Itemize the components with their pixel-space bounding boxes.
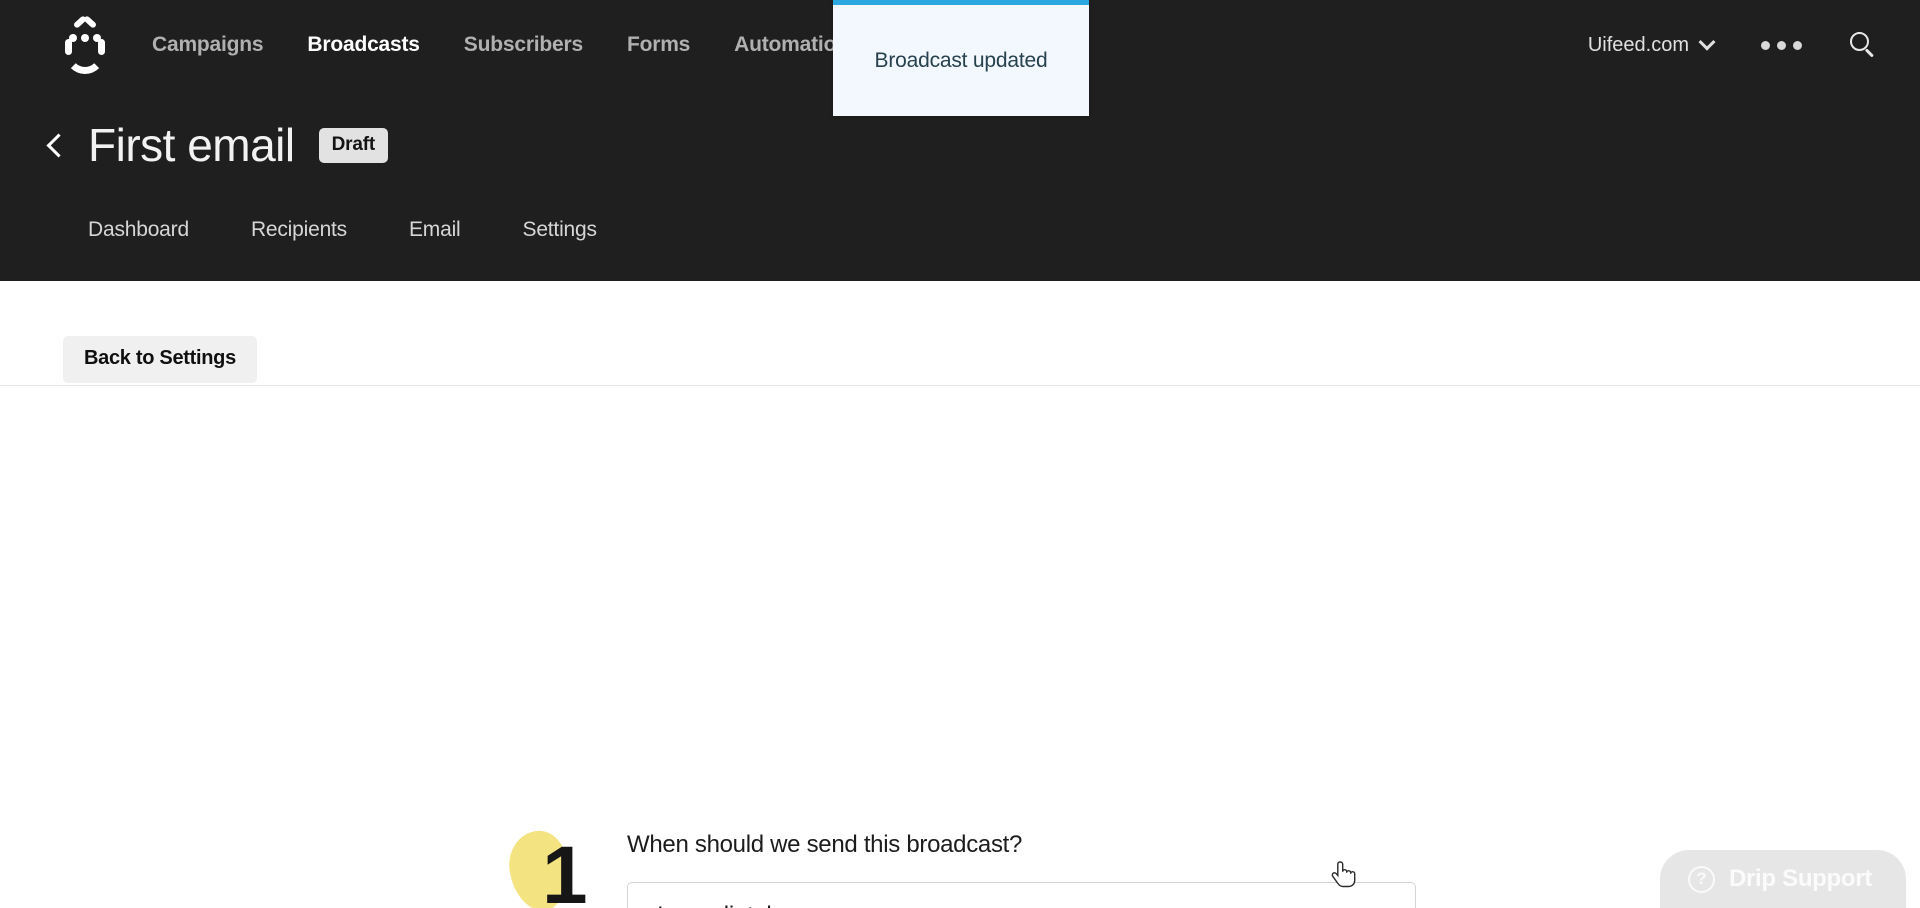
account-switcher[interactable]: Uifeed.com <box>1587 33 1716 57</box>
main-nav: Campaigns Broadcasts Subscribers Forms A… <box>152 0 849 90</box>
schedule-select-value: Immediately <box>628 902 783 908</box>
drip-logo-icon[interactable] <box>52 12 118 78</box>
nav-item-campaigns[interactable]: Campaigns <box>152 33 264 57</box>
logo-caret <box>74 15 96 27</box>
page-title: First email <box>88 119 295 171</box>
toast-notification: Broadcast updated <box>833 0 1089 116</box>
logo-smile <box>65 39 105 74</box>
tab-dashboard[interactable]: Dashboard <box>88 218 189 242</box>
main-content: 1 When should we send this broadcast? Im… <box>0 386 1920 908</box>
chevron-down-icon <box>1698 33 1716 51</box>
toolbar: Back to Settings <box>0 281 1920 386</box>
page-title-row: First email Draft <box>0 110 1920 180</box>
drip-support-widget[interactable]: ? Drip Support <box>1659 850 1906 908</box>
nav-item-automation[interactable]: Automation <box>734 33 849 57</box>
sub-nav-tabs: Dashboard Recipients Email Settings <box>88 218 597 242</box>
toast-message: Broadcast updated <box>874 48 1048 72</box>
more-horizontal-icon[interactable] <box>1761 40 1802 50</box>
back-to-settings-button[interactable]: Back to Settings <box>63 336 257 383</box>
schedule-form: When should we send this broadcast? Imme… <box>627 831 1427 908</box>
account-name: Uifeed.com <box>1587 33 1689 56</box>
top-header: Campaigns Broadcasts Subscribers Forms A… <box>0 0 1920 281</box>
search-icon[interactable] <box>1850 32 1876 58</box>
header-right-cluster: Uifeed.com <box>1588 0 1876 90</box>
help-circle-icon: ? <box>1687 865 1715 893</box>
step-number: 1 <box>542 830 588 908</box>
nav-item-broadcasts[interactable]: Broadcasts <box>307 33 420 57</box>
nav-item-subscribers[interactable]: Subscribers <box>464 33 583 57</box>
tab-recipients[interactable]: Recipients <box>251 218 347 242</box>
chevron-left-icon[interactable] <box>44 134 66 156</box>
status-badge: Draft <box>318 127 388 163</box>
drip-support-label: Drip Support <box>1728 865 1872 892</box>
tab-settings[interactable]: Settings <box>523 218 597 242</box>
schedule-question-label: When should we send this broadcast? <box>627 831 1023 858</box>
step-indicator-1: 1 <box>504 826 590 908</box>
tab-email[interactable]: Email <box>409 218 461 242</box>
schedule-select[interactable]: Immediately <box>627 882 1416 908</box>
nav-item-forms[interactable]: Forms <box>627 33 690 57</box>
